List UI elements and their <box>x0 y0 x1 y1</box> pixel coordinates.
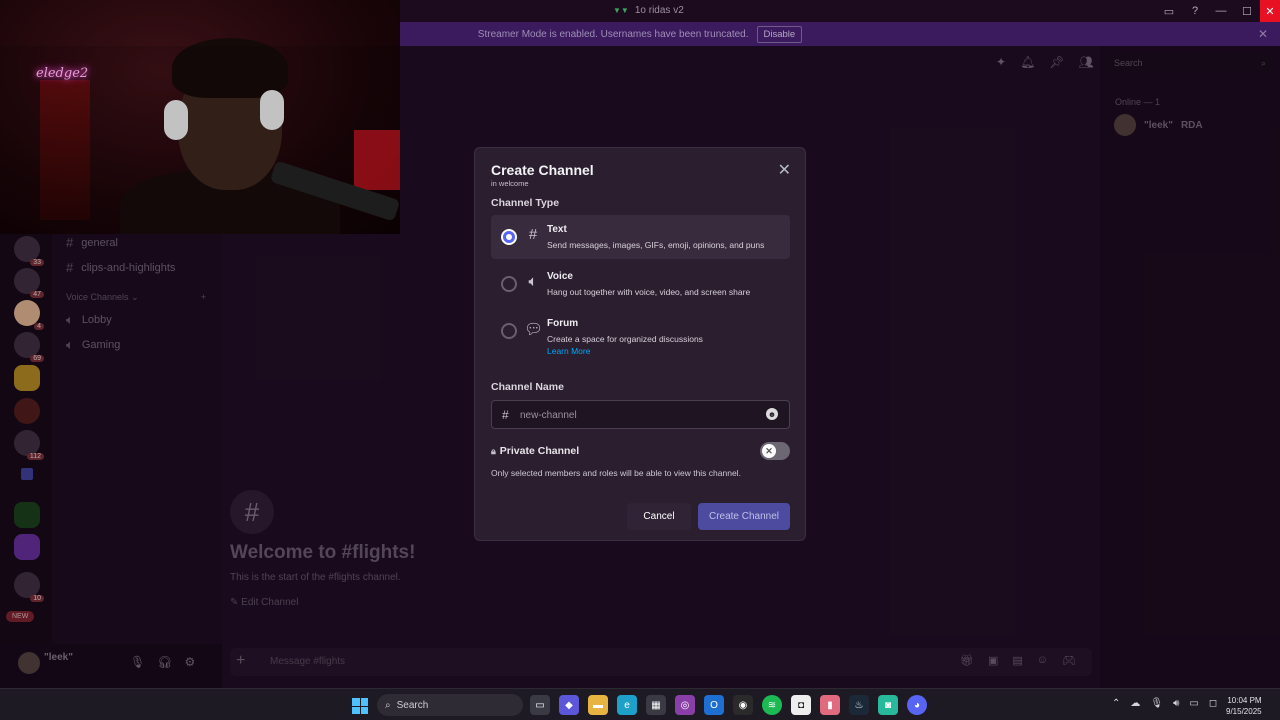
copilot-icon[interactable]: ◆ <box>559 695 579 715</box>
close-window-button[interactable]: ✕ <box>1260 0 1280 22</box>
private-channel-description: Only selected members and roles will be … <box>491 468 741 478</box>
chevron-up-icon[interactable]: ⌃ <box>1112 698 1120 709</box>
close-icon[interactable]: ✕ <box>778 160 791 180</box>
microphone-icon[interactable]: 🎙︎ <box>1150 698 1163 709</box>
channel-type-voice[interactable]: 🔈︎ Voice Hang out together with voice, v… <box>491 262 790 306</box>
notification-icon[interactable]: ◻ <box>1209 698 1217 709</box>
taskbar-clock[interactable]: 10:04 PM 9/15/2025 <box>1226 695 1262 717</box>
search-icon: ⌕ <box>385 699 391 711</box>
radio-unselected[interactable] <box>501 276 517 292</box>
disable-streamer-mode-button[interactable]: Disable <box>756 25 803 43</box>
app-logo-icon: ▼▼ <box>613 6 629 15</box>
store-icon[interactable]: ▦ <box>646 695 666 715</box>
app-icon[interactable]: ◘ <box>791 695 811 715</box>
banner-text: Streamer Mode is enabled. Usernames have… <box>477 28 749 40</box>
maximize-button[interactable]: ☐ <box>1234 0 1260 22</box>
radio-unselected[interactable] <box>501 323 517 339</box>
window-controls: ▭ ? — ☐ ✕ <box>1156 0 1280 22</box>
chrome-icon[interactable]: ◉ <box>733 695 753 715</box>
start-button[interactable] <box>352 698 368 714</box>
channel-type-heading: Channel Type <box>491 197 560 209</box>
channel-name-heading: Channel Name <box>491 381 564 393</box>
learn-more-link[interactable]: Learn More <box>547 346 590 356</box>
windows-taskbar: ⌕ Search ▭ ◆ ▬ e ▦ ◎ O ◉ ≋ ◘ ▮ ♨ ◙ ◕ ⌃ ☁… <box>0 688 1280 720</box>
volume-icon[interactable]: 🔊︎ <box>1173 698 1179 709</box>
create-channel-button[interactable]: Create Channel <box>698 503 790 530</box>
channel-name-field: # ☻ <box>491 400 790 429</box>
taskbar-search[interactable]: ⌕ Search <box>377 694 523 716</box>
edge-icon[interactable]: e <box>617 695 637 715</box>
channel-name-input[interactable] <box>520 406 760 424</box>
app-icon[interactable]: ◙ <box>878 695 898 715</box>
file-explorer-icon[interactable]: ▬ <box>588 695 608 715</box>
hash-icon: # <box>502 408 509 422</box>
app-icon[interactable]: ◎ <box>675 695 695 715</box>
app-icon[interactable]: ▮ <box>820 695 840 715</box>
network-icon[interactable]: ▭ <box>1189 698 1198 709</box>
task-view-icon[interactable]: ▭ <box>530 695 550 715</box>
lock-icon: 🔒︎ <box>491 445 496 456</box>
channel-type-text[interactable]: # Text Send messages, images, GIFs, emoj… <box>491 215 790 259</box>
private-channel-label: 🔒︎ Private Channel <box>491 445 580 457</box>
spotify-icon[interactable]: ≋ <box>762 695 782 715</box>
cancel-button[interactable]: Cancel <box>627 503 691 530</box>
radio-selected[interactable] <box>501 229 517 245</box>
window-title: ▼▼ 1o ridas v2 <box>613 5 684 16</box>
steam-icon[interactable]: ♨ <box>849 695 869 715</box>
speaker-icon: 🔈︎ <box>528 273 538 290</box>
modal-title: Create Channel <box>491 162 594 178</box>
emoji-icon[interactable]: ☻ <box>766 408 778 420</box>
close-banner-icon[interactable]: ✕ <box>1258 27 1268 41</box>
outlook-icon[interactable]: O <box>704 695 724 715</box>
toggle-off-icon: ✕ <box>762 444 776 458</box>
discord-icon[interactable]: ◕ <box>907 695 927 715</box>
minimize-button[interactable]: — <box>1208 0 1234 22</box>
system-tray: ⌃ ☁ 🎙︎ 🔊︎ ▭ ◻ <box>1112 698 1217 709</box>
create-channel-modal: Create Channel in welcome ✕ Channel Type… <box>474 147 806 541</box>
hash-icon: # <box>528 226 538 243</box>
private-channel-toggle[interactable]: ✕ <box>760 442 790 460</box>
forum-icon: 💬︎ <box>524 321 544 338</box>
modal-subtitle: in welcome <box>491 179 529 188</box>
inbox-icon[interactable]: ▭ <box>1156 0 1182 22</box>
channel-type-forum[interactable]: 💬︎ Forum Create a space for organized di… <box>491 309 790 356</box>
cloud-icon[interactable]: ☁ <box>1130 698 1140 709</box>
taskbar-apps: ▭ ◆ ▬ e ▦ ◎ O ◉ ≋ ◘ ▮ ♨ ◙ ◕ <box>530 695 927 715</box>
help-icon[interactable]: ? <box>1182 0 1208 22</box>
